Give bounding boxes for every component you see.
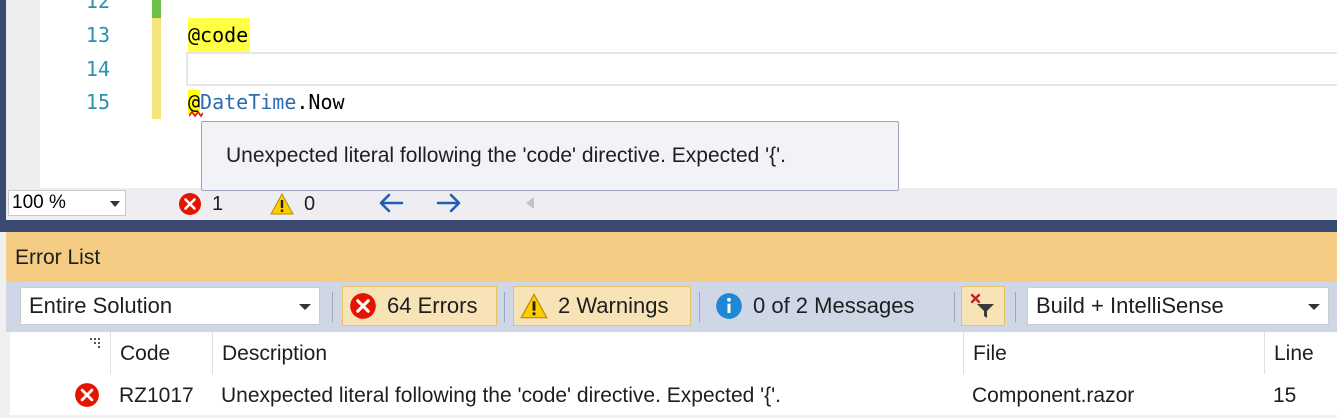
line-number: 12 [85,0,110,13]
table-row[interactable]: RZ1017 Unexpected literal following the … [10,374,1337,415]
row-severity [72,374,110,415]
row-code: RZ1017 [119,384,194,407]
line-number: 13 [85,23,110,47]
arrow-right-icon[interactable] [436,192,462,214]
code-line-12: 12 [40,0,1337,18]
warning-icon [270,193,294,215]
scope-value: Entire Solution [29,293,173,318]
toolbar-separator [1015,292,1016,322]
error-count: 1 [212,192,224,215]
filter-icon [970,293,994,318]
toolbar-separator [504,292,505,322]
row-description: Unexpected literal following the 'code' … [221,384,782,407]
error-tooltip: Unexpected literal following the 'code' … [201,121,899,191]
errors-filter-toggle[interactable]: 64 Errors [342,286,497,326]
toolbar-separator [954,292,955,322]
grid-header: Code Description File Line [10,332,1337,375]
editor-gutter [6,0,40,188]
warning-count-indicator[interactable]: 0 [270,191,315,217]
column-header-line[interactable]: Line [1264,332,1337,374]
warning-count: 0 [304,192,316,215]
code-line-15: 15 @DateTime.Now [40,85,1337,119]
toolbar-separator [699,292,700,322]
line-number: 15 [85,90,110,114]
column-header-code[interactable]: Code [110,332,212,374]
error-icon [350,293,376,319]
error-icon [179,193,201,215]
member-access: .Now [296,90,345,114]
error-list-toolbar: Entire Solution 64 Errors 2 Warnings 0 o… [6,282,1337,332]
code-line-14: 14 [40,52,1337,86]
source-dropdown[interactable]: Build + IntelliSense [1027,287,1329,325]
error-squiggle [189,110,203,118]
zoom-dropdown[interactable]: 100 % [8,190,126,216]
zoom-value: 100 % [12,192,66,213]
error-list-grid: Code Description File Line RZ1017 Unexpe… [10,332,1337,415]
type-name: DateTime [200,90,297,114]
chevron-down-icon [110,201,120,207]
messages-label: 0 of 2 Messages [753,293,915,318]
column-options-icon [90,338,100,348]
line-number: 14 [85,57,110,81]
editor-status-bar: 100 % 1 0 [6,188,1337,220]
error-icon [75,383,99,407]
panel-splitter[interactable] [6,220,1337,232]
warning-icon [520,293,548,319]
messages-filter-toggle[interactable]: 0 of 2 Messages [709,286,949,326]
code-text: @code [188,18,251,52]
scroll-left-icon[interactable] [524,196,536,210]
header-icon-column[interactable] [10,332,110,374]
unsaved-change-marker [152,18,161,52]
scope-dropdown[interactable]: Entire Solution [20,287,320,325]
row-line: 15 [1273,384,1297,407]
saved-change-marker [152,0,161,18]
chevron-down-icon [1308,304,1320,310]
warnings-label: 2 Warnings [558,293,669,318]
info-icon [716,293,742,319]
warnings-filter-toggle[interactable]: 2 Warnings [513,286,691,326]
arrow-left-icon[interactable] [378,192,404,214]
errors-label: 64 Errors [387,293,478,318]
code-line-13: 13 @code [40,18,1337,52]
code-text: @DateTime.Now [188,85,345,119]
filter-button[interactable] [961,286,1005,326]
column-header-description[interactable]: Description [212,332,963,374]
column-header-file[interactable]: File [963,332,1264,374]
error-list-title: Error List [6,232,1337,282]
row-file: Component.razor [972,384,1135,407]
source-value: Build + IntelliSense [1036,293,1224,318]
chevron-down-icon [299,304,311,310]
toolbar-separator [332,292,333,322]
unsaved-change-marker [152,85,161,119]
unsaved-change-marker [152,52,161,86]
error-count-indicator[interactable]: 1 [178,191,223,217]
